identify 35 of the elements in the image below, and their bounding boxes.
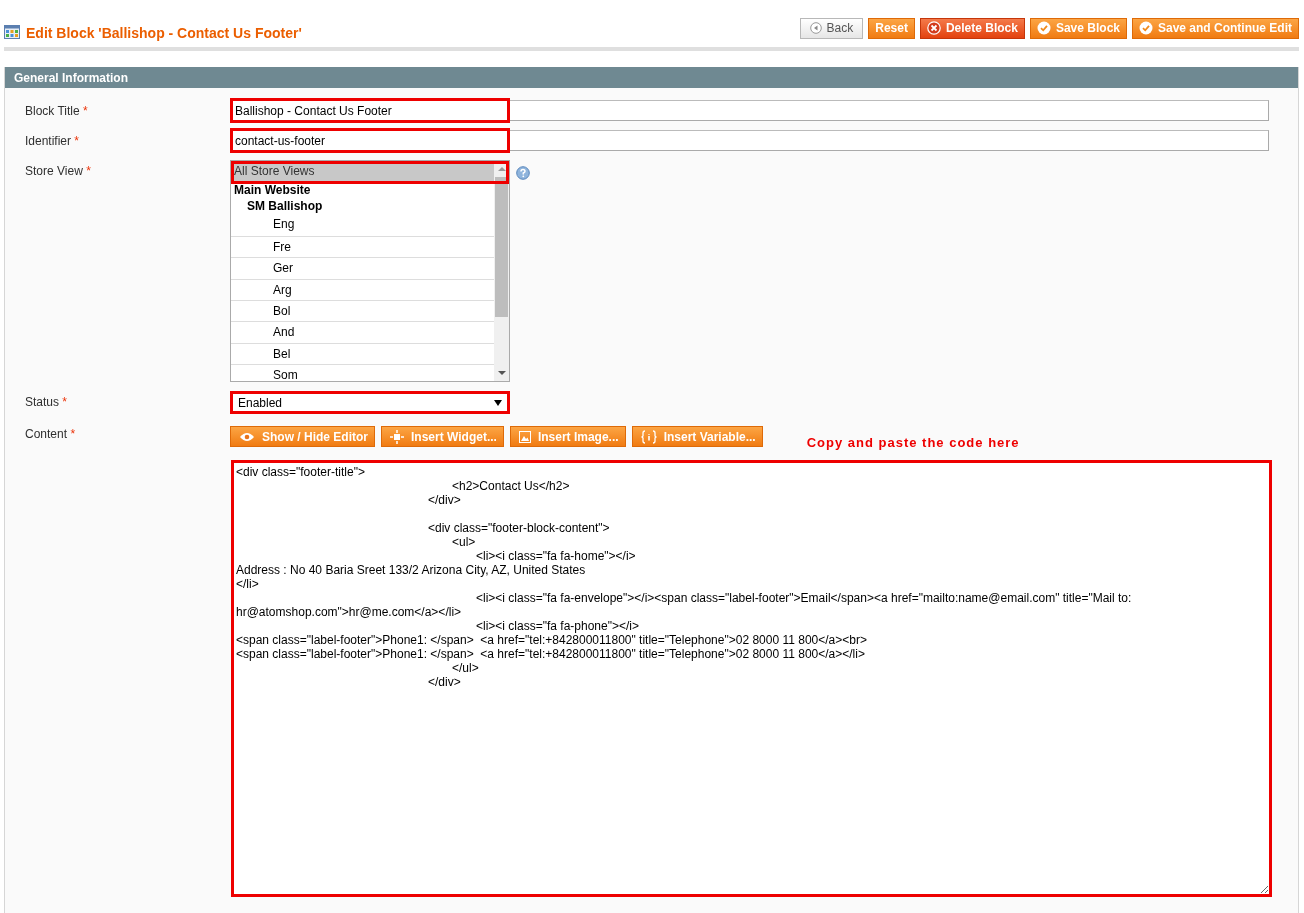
eye-icon: [239, 431, 255, 442]
list-option[interactable]: Ger: [231, 257, 494, 279]
field-label: Content *: [25, 427, 76, 441]
list-option[interactable]: Bel: [231, 342, 494, 365]
list-option[interactable]: Fre: [231, 235, 494, 258]
field-label: Store View *: [25, 164, 91, 178]
text-field[interactable]: contact-us-footer: [230, 130, 1269, 151]
list-option[interactable]: Arg: [231, 278, 494, 300]
field-label: Status *: [25, 395, 68, 409]
caret-icon: [494, 399, 502, 406]
braces-icon: [640, 429, 657, 444]
option-group-label: SM Ballishop: [246, 198, 324, 215]
widget-icon: [390, 429, 404, 444]
field-label: Block Title *: [25, 104, 88, 118]
option-group-label: Main Website: [233, 182, 312, 199]
list-option[interactable]: Bol: [231, 299, 494, 322]
back-button[interactable]: Back: [799, 17, 864, 39]
page-title: Edit Block 'Ballishop - Contact Us Footer': [26, 25, 303, 41]
text-field[interactable]: Ballishop - Contact Us Footer: [230, 100, 1269, 121]
status-select[interactable]: Enabled: [230, 391, 510, 414]
checkmark-icon: [1139, 21, 1153, 35]
list-option[interactable]: Eng: [231, 214, 494, 236]
store-view-list[interactable]: All Store Views Main Website SM Ballishop Eng Fre Ger Arg Bol And Bel Som: [230, 160, 510, 382]
checkmark-icon: [1036, 21, 1051, 35]
content-editor[interactable]: <div class="footer-title"> <h2>Contact Us</h2> </div> <div class="footer-block-content"> <ul> <li><i class="fa fa-home"></i> Address : No 40 Baria Sreet 133/2 Arizona City, AZ, United States </li> <li><i class="fa fa-envelope"></i><span class="label-footer">Email</span><a href="mailto:name@email.com" title="Mail to: hr@atomshop.com">hr@me.com</a></li> <li><i class="fa fa-phone"></i> <span class="label-footer">Phone1: </span> <a href="tel:+842800011800" title="Telephone">02 8000 11 800</a><br> <span class="label-footer">Phone1: </span> <a href="tel:+842800011800" title="Telephone">02 8000 11 800</a></li> </ul> </div>: [231, 460, 1272, 897]
help-icon[interactable]: [516, 166, 530, 180]
grid-icon: [4, 24, 20, 39]
field-label: Identifier *: [25, 134, 80, 148]
image-icon: [518, 430, 531, 443]
scrollbar[interactable]: [494, 161, 509, 381]
list-option[interactable]: And: [231, 321, 494, 343]
close-icon: [926, 21, 941, 35]
section-header: General Information: [5, 67, 1298, 88]
annotation-note: Copy and paste the code here: [806, 435, 1020, 450]
list-option[interactable]: Som: [231, 364, 494, 381]
